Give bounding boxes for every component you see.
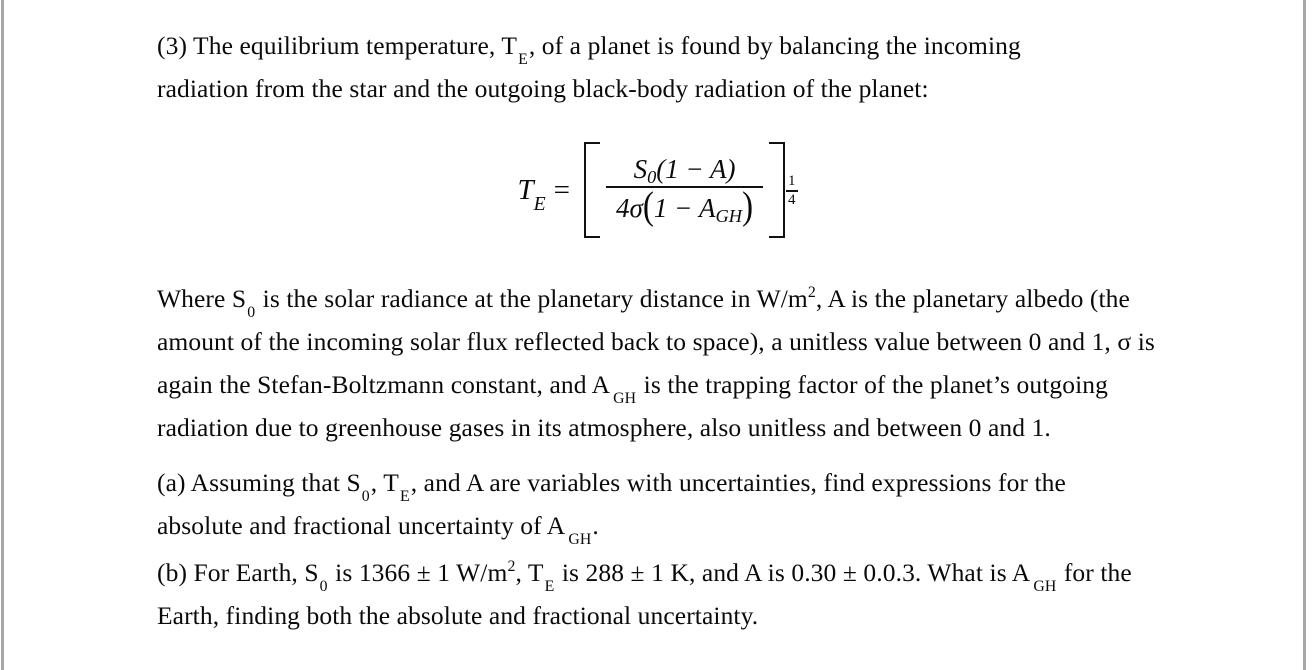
where-superscript-two: 2 xyxy=(807,284,816,302)
part-b-seg-2: is 1366 ± 1 W/m xyxy=(328,558,508,587)
denominator-open-paren: ( xyxy=(642,185,654,229)
part-b-seg-4: is 288 ± 1 K, and A is 0.30 ± 0.0.3. Wha… xyxy=(555,558,1031,587)
exponent-numerator: 1 xyxy=(788,173,796,190)
exponent-denominator: 4 xyxy=(788,191,796,208)
denominator-close-paren: ) xyxy=(742,185,754,229)
part-a-seg-2: , T xyxy=(370,468,399,497)
right-square-bracket xyxy=(769,142,786,238)
part-b-paragraph: (b) For Earth, S0 is 1366 ± 1 W/m2, TE i… xyxy=(157,551,1157,637)
part-b-subscript-gh: GH xyxy=(1033,577,1057,595)
where-subscript-gh: GH xyxy=(613,389,637,407)
fraction-denominator: 4σ(1 − AGH) xyxy=(606,185,763,229)
fraction-numerator: S0(1 − A) xyxy=(624,153,746,186)
denominator-inner-subscript: GH xyxy=(715,206,743,227)
part-b-superscript-two: 2 xyxy=(507,558,516,576)
part-a-paragraph: (a) Assuming that S0, TE, and A are vari… xyxy=(157,461,1157,547)
numerator-subscript: 0 xyxy=(647,166,657,187)
part-b-subscript-E: E xyxy=(544,577,555,595)
part-a-seg-4: . xyxy=(592,511,599,540)
equation-lhs-subscript: E xyxy=(533,193,546,216)
part-b-subscript-zero: 0 xyxy=(319,577,328,595)
part-b-seg-3: , T xyxy=(515,558,544,587)
intro-paragraph: (3) The equilibrium temperature, TE, of … xyxy=(157,24,1117,110)
where-seg-2: is the solar radiance at the planetary d… xyxy=(256,284,808,313)
numerator-symbol: S xyxy=(633,153,648,184)
denominator-lead: 4σ xyxy=(616,193,643,224)
where-subscript-zero: 0 xyxy=(247,303,256,321)
equation-fraction: S0(1 − A) 4σ(1 − AGH) xyxy=(606,142,764,238)
left-edge-rule xyxy=(1,0,4,670)
part-a-subscript-zero: 0 xyxy=(361,487,370,505)
left-square-bracket xyxy=(584,142,601,238)
numerator-rest: (1 − A) xyxy=(656,153,736,184)
right-edge-rule xyxy=(1303,0,1306,670)
document-page: (3) The equilibrium temperature, TE, of … xyxy=(0,0,1312,670)
part-b-seg-1: (b) For Earth, S xyxy=(157,558,319,587)
bracketed-expression: S0(1 − A) 4σ(1 − AGH) xyxy=(584,142,786,238)
equation-lhs: TE xyxy=(517,173,545,215)
part-a-subscript-E: E xyxy=(399,487,410,505)
equilibrium-temperature-equation: TE = S0(1 − A) 4σ(1 − AGH) 1 4 xyxy=(517,142,798,238)
intro-subscript-E: E xyxy=(518,50,528,68)
equation-lhs-symbol: T xyxy=(517,173,534,206)
equals-sign: = xyxy=(553,173,571,206)
intro-text-1: (3) The equilibrium temperature, T xyxy=(157,31,518,60)
part-a-subscript-gh: GH xyxy=(568,530,592,548)
part-a-seg-1: (a) Assuming that S xyxy=(157,468,361,497)
equation-block: TE = S0(1 − A) 4σ(1 − AGH) 1 4 xyxy=(157,142,1157,238)
denominator-inner: 1 − A xyxy=(653,193,716,224)
exponent-one-quarter: 1 4 xyxy=(786,173,798,209)
where-seg-1: Where S xyxy=(157,284,247,313)
where-paragraph: Where S0 is the solar radiance at the pl… xyxy=(157,277,1157,449)
